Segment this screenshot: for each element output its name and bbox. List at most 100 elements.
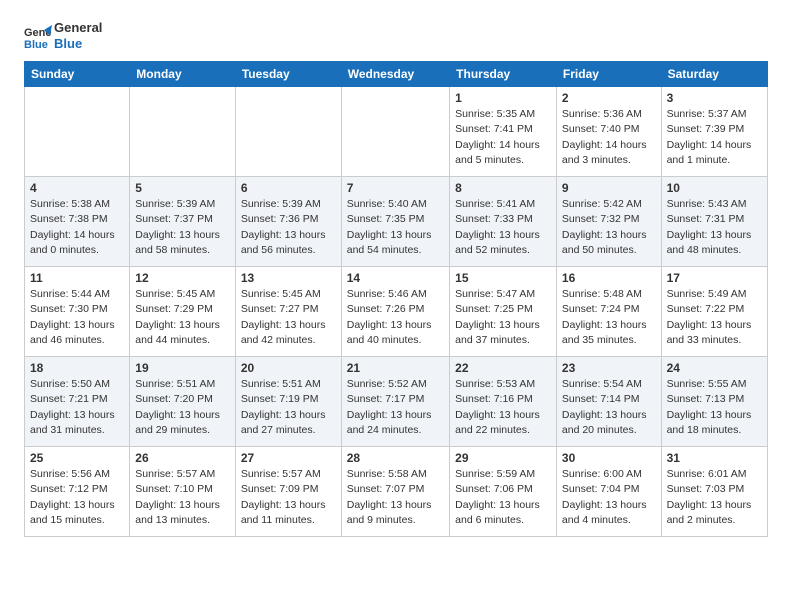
day-number: 12 — [135, 271, 230, 285]
day-info: Sunrise: 5:37 AM Sunset: 7:39 PM Dayligh… — [667, 107, 762, 168]
week-row-2: 4Sunrise: 5:38 AM Sunset: 7:38 PM Daylig… — [25, 177, 768, 267]
column-header-sunday: Sunday — [25, 62, 130, 87]
day-info: Sunrise: 5:55 AM Sunset: 7:13 PM Dayligh… — [667, 377, 762, 438]
day-info: Sunrise: 6:01 AM Sunset: 7:03 PM Dayligh… — [667, 467, 762, 528]
day-cell: 10Sunrise: 5:43 AM Sunset: 7:31 PM Dayli… — [661, 177, 767, 267]
day-cell: 15Sunrise: 5:47 AM Sunset: 7:25 PM Dayli… — [450, 267, 557, 357]
day-cell: 11 Sunrise: 5:44 AM Sunset: 7:30 PM Dayli… — [25, 267, 130, 357]
week-row-3: 11 Sunrise: 5:44 AM Sunset: 7:30 PM Dayli… — [25, 267, 768, 357]
day-info: Sunrise: 5:44 AM Sunset: 7:30 PM Dayligh… — [30, 287, 124, 348]
day-info: Sunrise: 5:45 AM Sunset: 7:29 PM Dayligh… — [135, 287, 230, 348]
day-info: Sunrise: 5:48 AM Sunset: 7:24 PM Dayligh… — [562, 287, 656, 348]
day-cell: 26 Sunrise: 5:57 AM Sunset: 7:10 PM Dayli… — [130, 447, 236, 537]
day-cell: 4Sunrise: 5:38 AM Sunset: 7:38 PM Daylig… — [25, 177, 130, 267]
day-cell: 18 Sunrise: 5:50 AM Sunset: 7:21 PM Dayli… — [25, 357, 130, 447]
day-info: Sunrise: 5:57 AM Sunset: 7:10 PM Dayligh… — [135, 467, 230, 528]
day-cell: 6 Sunrise: 5:39 AM Sunset: 7:36 PM Daylig… — [235, 177, 341, 267]
day-info: Sunrise: 5:47 AM Sunset: 7:25 PM Dayligh… — [455, 287, 551, 348]
logo-line2: Blue — [54, 36, 102, 52]
day-cell: 3 Sunrise: 5:37 AM Sunset: 7:39 PM Daylig… — [661, 87, 767, 177]
day-number: 24 — [667, 361, 762, 375]
day-info: Sunrise: 5:58 AM Sunset: 7:07 PM Dayligh… — [347, 467, 444, 528]
column-header-tuesday: Tuesday — [235, 62, 341, 87]
day-number: 25 — [30, 451, 124, 465]
day-cell: 9 Sunrise: 5:42 AM Sunset: 7:32 PM Daylig… — [556, 177, 661, 267]
day-number: 27 — [241, 451, 336, 465]
day-info: Sunrise: 5:53 AM Sunset: 7:16 PM Dayligh… — [455, 377, 551, 438]
calendar-header: SundayMondayTuesdayWednesdayThursdayFrid… — [25, 62, 768, 87]
day-number: 5 — [135, 181, 230, 195]
day-number: 26 — [135, 451, 230, 465]
day-cell: 16Sunrise: 5:48 AM Sunset: 7:24 PM Dayli… — [556, 267, 661, 357]
day-number: 1 — [455, 91, 551, 105]
day-info: Sunrise: 5:41 AM Sunset: 7:33 PM Dayligh… — [455, 197, 551, 258]
day-cell: 21 Sunrise: 5:52 AM Sunset: 7:17 PM Dayli… — [341, 357, 449, 447]
day-cell: 31Sunrise: 6:01 AM Sunset: 7:03 PM Dayli… — [661, 447, 767, 537]
day-info: Sunrise: 5:50 AM Sunset: 7:21 PM Dayligh… — [30, 377, 124, 438]
day-number: 11 — [30, 271, 124, 285]
day-info: Sunrise: 5:40 AM Sunset: 7:35 PM Dayligh… — [347, 197, 444, 258]
calendar-body: 1Sunrise: 5:35 AM Sunset: 7:41 PM Daylig… — [25, 87, 768, 537]
day-number: 7 — [347, 181, 444, 195]
day-info: Sunrise: 5:39 AM Sunset: 7:36 PM Dayligh… — [241, 197, 336, 258]
logo-icon: General Blue — [24, 22, 52, 50]
day-number: 20 — [241, 361, 336, 375]
day-number: 14 — [347, 271, 444, 285]
day-info: Sunrise: 5:46 AM Sunset: 7:26 PM Dayligh… — [347, 287, 444, 348]
day-number: 23 — [562, 361, 656, 375]
day-info: Sunrise: 5:49 AM Sunset: 7:22 PM Dayligh… — [667, 287, 762, 348]
day-cell: 25 Sunrise: 5:56 AM Sunset: 7:12 PM Dayli… — [25, 447, 130, 537]
day-number: 21 — [347, 361, 444, 375]
day-cell: 13Sunrise: 5:45 AM Sunset: 7:27 PM Dayli… — [235, 267, 341, 357]
day-number: 8 — [455, 181, 551, 195]
day-number: 29 — [455, 451, 551, 465]
day-cell: 29 Sunrise: 5:59 AM Sunset: 7:06 PM Dayli… — [450, 447, 557, 537]
day-number: 3 — [667, 91, 762, 105]
day-info: Sunrise: 5:42 AM Sunset: 7:32 PM Dayligh… — [562, 197, 656, 258]
day-cell — [341, 87, 449, 177]
page-header: General Blue General Blue — [24, 20, 768, 51]
day-cell — [130, 87, 236, 177]
day-cell: 24 Sunrise: 5:55 AM Sunset: 7:13 PM Dayli… — [661, 357, 767, 447]
header-row: SundayMondayTuesdayWednesdayThursdayFrid… — [25, 62, 768, 87]
day-info: Sunrise: 5:57 AM Sunset: 7:09 PM Dayligh… — [241, 467, 336, 528]
day-cell: 1Sunrise: 5:35 AM Sunset: 7:41 PM Daylig… — [450, 87, 557, 177]
day-info: Sunrise: 5:56 AM Sunset: 7:12 PM Dayligh… — [30, 467, 124, 528]
day-cell: 7 Sunrise: 5:40 AM Sunset: 7:35 PM Daylig… — [341, 177, 449, 267]
logo: General Blue General Blue — [24, 20, 102, 51]
day-info: Sunrise: 5:51 AM Sunset: 7:19 PM Dayligh… — [241, 377, 336, 438]
day-number: 17 — [667, 271, 762, 285]
week-row-1: 1Sunrise: 5:35 AM Sunset: 7:41 PM Daylig… — [25, 87, 768, 177]
day-info: Sunrise: 6:00 AM Sunset: 7:04 PM Dayligh… — [562, 467, 656, 528]
day-number: 9 — [562, 181, 656, 195]
day-cell — [25, 87, 130, 177]
day-cell — [235, 87, 341, 177]
day-cell: 2Sunrise: 5:36 AM Sunset: 7:40 PM Daylig… — [556, 87, 661, 177]
column-header-friday: Friday — [556, 62, 661, 87]
day-cell: 5Sunrise: 5:39 AM Sunset: 7:37 PM Daylig… — [130, 177, 236, 267]
day-info: Sunrise: 5:59 AM Sunset: 7:06 PM Dayligh… — [455, 467, 551, 528]
day-number: 28 — [347, 451, 444, 465]
day-cell: 12 Sunrise: 5:45 AM Sunset: 7:29 PM Dayli… — [130, 267, 236, 357]
day-number: 13 — [241, 271, 336, 285]
day-info: Sunrise: 5:52 AM Sunset: 7:17 PM Dayligh… — [347, 377, 444, 438]
column-header-wednesday: Wednesday — [341, 62, 449, 87]
day-cell: 19Sunrise: 5:51 AM Sunset: 7:20 PM Dayli… — [130, 357, 236, 447]
day-number: 2 — [562, 91, 656, 105]
day-number: 18 — [30, 361, 124, 375]
svg-text:Blue: Blue — [24, 39, 48, 50]
calendar-table: SundayMondayTuesdayWednesdayThursdayFrid… — [24, 61, 768, 537]
logo-line1: General — [54, 20, 102, 36]
day-number: 10 — [667, 181, 762, 195]
day-number: 19 — [135, 361, 230, 375]
week-row-4: 18 Sunrise: 5:50 AM Sunset: 7:21 PM Dayli… — [25, 357, 768, 447]
day-number: 30 — [562, 451, 656, 465]
day-cell: 28 Sunrise: 5:58 AM Sunset: 7:07 PM Dayli… — [341, 447, 449, 537]
day-cell: 20 Sunrise: 5:51 AM Sunset: 7:19 PM Dayli… — [235, 357, 341, 447]
day-number: 6 — [241, 181, 336, 195]
day-number: 22 — [455, 361, 551, 375]
day-cell: 30 Sunrise: 6:00 AM Sunset: 7:04 PM Dayli… — [556, 447, 661, 537]
day-cell: 17 Sunrise: 5:49 AM Sunset: 7:22 PM Dayli… — [661, 267, 767, 357]
week-row-5: 25 Sunrise: 5:56 AM Sunset: 7:12 PM Dayli… — [25, 447, 768, 537]
day-cell: 8 Sunrise: 5:41 AM Sunset: 7:33 PM Daylig… — [450, 177, 557, 267]
